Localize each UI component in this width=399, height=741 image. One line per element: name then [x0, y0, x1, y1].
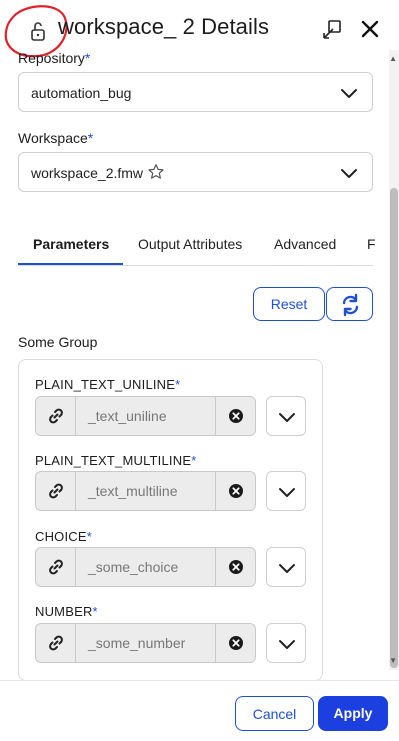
param-input-choice[interactable]: _some_choice: [35, 547, 256, 587]
star-icon[interactable]: [147, 163, 165, 181]
param-dropdown-button[interactable]: [266, 471, 306, 511]
required-mark: *: [86, 529, 93, 544]
clear-button[interactable]: [215, 548, 255, 586]
link-icon: [49, 483, 63, 499]
workspace-label: Workspace*: [18, 130, 93, 146]
param-dropdown-button[interactable]: [266, 396, 306, 436]
param-placeholder: _text_multiline: [88, 483, 178, 499]
required-mark: *: [175, 377, 181, 392]
chevron-down-icon: [279, 564, 295, 573]
param-placeholder: _some_choice: [88, 559, 179, 575]
clear-icon: [229, 409, 243, 423]
param-label-text: PLAIN_TEXT_UNILINE: [35, 377, 176, 392]
link-icon: [49, 635, 63, 651]
param-dropdown-button[interactable]: [266, 623, 306, 663]
footer-divider: [0, 680, 399, 681]
group-title: Some Group: [18, 334, 98, 350]
clear-icon: [229, 484, 243, 498]
param-label-text: NUMBER: [35, 604, 93, 619]
tab-parameters[interactable]: Parameters: [33, 236, 109, 252]
refresh-button[interactable]: [326, 287, 373, 321]
scroll-down-arrow-icon[interactable]: ▼: [389, 656, 397, 665]
tab-bar: Parameters Output Attributes Advanced F: [18, 230, 376, 266]
link-attribute-button[interactable]: [36, 548, 76, 586]
workspace-select[interactable]: workspace_2.fmw: [18, 152, 373, 192]
chevron-down-icon: [279, 413, 295, 422]
param-label: NUMBER*: [35, 604, 98, 619]
reset-button[interactable]: Reset: [253, 287, 325, 321]
repository-select[interactable]: automation_bug: [18, 72, 373, 112]
tab-advanced[interactable]: Advanced: [274, 236, 336, 252]
chevron-down-icon: [341, 89, 357, 98]
link-icon: [49, 559, 63, 575]
workspace-label-text: Workspace: [18, 130, 88, 146]
panel-title: workspace_ 2 Details: [58, 14, 270, 39]
link-attribute-button[interactable]: [36, 624, 76, 662]
lock-icon[interactable]: [28, 20, 48, 42]
param-label: CHOICE*: [35, 529, 92, 544]
param-input-text-uniline[interactable]: _text_uniline: [35, 396, 256, 436]
repository-value: automation_bug: [31, 85, 132, 101]
link-icon: [49, 408, 63, 424]
chevron-down-icon: [279, 488, 295, 497]
required-mark: *: [84, 50, 91, 66]
chevron-down-icon: [279, 640, 295, 649]
close-icon[interactable]: [358, 17, 382, 41]
workspace-value: workspace_2.fmw: [31, 165, 144, 181]
clear-icon: [229, 636, 243, 650]
param-placeholder: _some_number: [88, 635, 186, 651]
clear-button[interactable]: [215, 624, 255, 662]
clear-icon: [229, 560, 243, 574]
param-label-text: CHOICE: [35, 529, 87, 544]
active-tab-indicator: [18, 263, 123, 265]
param-label: PLAIN_TEXT_MULTILINE*: [35, 453, 196, 468]
tab-overflow[interactable]: F: [367, 236, 376, 252]
param-dropdown-button[interactable]: [266, 547, 306, 587]
repository-label: Repository*: [18, 50, 90, 66]
param-input-text-multiline[interactable]: _text_multiline: [35, 471, 256, 511]
refresh-icon: [342, 293, 359, 317]
popout-icon[interactable]: [320, 18, 344, 42]
param-label: PLAIN_TEXT_UNILINE*: [35, 377, 180, 392]
clear-button[interactable]: [215, 472, 255, 510]
required-mark: *: [191, 453, 197, 468]
repository-label-text: Repository: [18, 50, 85, 66]
required-mark: *: [92, 604, 98, 619]
cancel-button[interactable]: Cancel: [235, 696, 314, 731]
link-attribute-button[interactable]: [36, 472, 76, 510]
required-mark: *: [87, 130, 94, 146]
param-placeholder: _text_uniline: [88, 408, 167, 424]
apply-button[interactable]: Apply: [318, 696, 388, 731]
link-attribute-button[interactable]: [36, 397, 76, 435]
scroll-up-arrow-icon[interactable]: ▲: [389, 54, 397, 63]
tab-output-attributes[interactable]: Output Attributes: [138, 236, 242, 252]
chevron-down-icon: [341, 169, 357, 178]
param-input-number[interactable]: _some_number: [35, 623, 256, 663]
param-label-text: PLAIN_TEXT_MULTILINE: [35, 453, 192, 468]
clear-button[interactable]: [215, 397, 255, 435]
scrollbar-thumb[interactable]: [390, 188, 398, 668]
